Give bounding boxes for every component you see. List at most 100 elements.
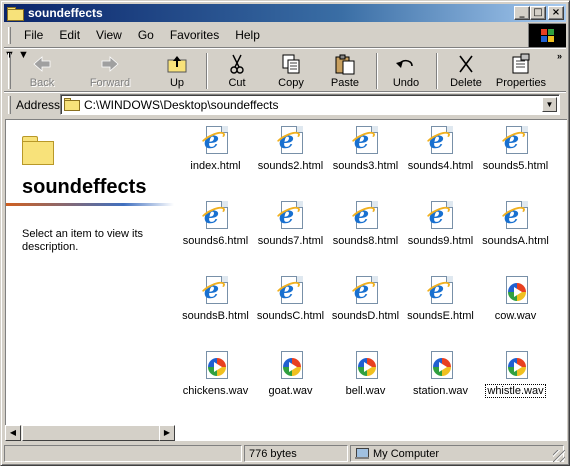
address-dropdown-button[interactable]: ▼ (542, 97, 557, 112)
address-grip[interactable] (8, 96, 11, 114)
html-file-item[interactable]: e sounds5.html (478, 124, 553, 172)
cut-button[interactable]: Cut (214, 51, 260, 91)
up-folder-icon (167, 56, 187, 73)
up-button[interactable]: Up (154, 51, 200, 91)
html-file-item[interactable]: e soundsE.html (403, 274, 478, 322)
wav-file-item[interactable]: goat.wav (253, 349, 328, 397)
minimize-button[interactable]: _ (514, 6, 530, 20)
ie-html-document-icon: e (198, 274, 232, 306)
paste-label: Paste (330, 77, 360, 89)
menu-file[interactable]: File (16, 28, 51, 42)
ie-html-document-icon: e (498, 124, 532, 156)
maximize-button[interactable]: □ (530, 6, 546, 20)
forward-button[interactable]: Forward (82, 51, 138, 91)
wav-file-item[interactable]: station.wav (403, 349, 478, 397)
html-file-item[interactable]: e soundsD.html (328, 274, 403, 322)
html-file-item[interactable]: e soundsA.html (478, 199, 553, 247)
ie-html-document-icon: e (273, 274, 307, 306)
horizontal-scrollbar[interactable]: ◀ ▶ (5, 425, 175, 441)
ie-html-document-icon: e (423, 274, 457, 306)
file-name-label: station.wav (412, 385, 469, 397)
up-label: Up (169, 77, 185, 89)
file-name-label: sounds4.html (407, 160, 474, 172)
file-name-label: sounds6.html (182, 235, 249, 247)
menu-favorites[interactable]: Favorites (162, 28, 227, 42)
ie-html-document-icon: e (498, 199, 532, 231)
delete-label: Delete (450, 77, 482, 89)
forward-arrow-icon (101, 56, 119, 72)
html-file-item[interactable]: e sounds2.html (253, 124, 328, 172)
menu-edit[interactable]: Edit (51, 28, 88, 42)
html-file-item[interactable]: e soundsC.html (253, 274, 328, 322)
html-file-item[interactable]: e sounds4.html (403, 124, 478, 172)
paste-icon (335, 54, 355, 75)
delete-x-icon (459, 55, 473, 73)
file-name-label: goat.wav (268, 385, 313, 397)
paste-button[interactable]: Paste (320, 51, 370, 91)
file-name-label: chickens.wav (182, 385, 249, 397)
html-file-item[interactable]: e index.html (178, 124, 253, 172)
title-bar[interactable]: soundeffects _ □ × (4, 4, 566, 22)
toolbar-overflow-chevron[interactable]: » (557, 51, 562, 61)
html-file-item[interactable]: e sounds3.html (328, 124, 403, 172)
file-name-label: soundsA.html (482, 235, 549, 247)
back-label: Back (29, 77, 55, 89)
folder-title: soundeffects (22, 176, 147, 198)
ie-html-document-icon: e (273, 124, 307, 156)
media-player-sound-icon (500, 274, 532, 306)
file-name-label: bell.wav (345, 385, 386, 397)
menu-grip[interactable] (8, 27, 11, 44)
wav-file-item[interactable]: cow.wav (478, 274, 553, 322)
ie-html-document-icon: e (198, 199, 232, 231)
zone-label: My Computer (373, 448, 440, 460)
status-zone: My Computer (350, 445, 564, 462)
wav-file-item[interactable]: bell.wav (328, 349, 403, 397)
folder-icon (64, 98, 80, 111)
html-file-item[interactable]: e sounds6.html (178, 199, 253, 247)
scroll-left-button[interactable]: ◀ (5, 425, 21, 441)
scroll-thumb[interactable] (22, 425, 162, 441)
scroll-right-button[interactable]: ▶ (159, 425, 175, 441)
media-player-sound-icon (275, 349, 307, 381)
undo-label: Undo (392, 77, 420, 89)
close-button[interactable]: × (548, 6, 564, 20)
properties-button[interactable]: Properties (492, 51, 550, 91)
html-file-item[interactable]: e soundsB.html (178, 274, 253, 322)
file-name-label: soundsE.html (407, 310, 474, 322)
my-computer-icon (355, 448, 369, 459)
ie-html-document-icon: e (348, 199, 382, 231)
large-folder-icon (20, 136, 54, 166)
title-underline (6, 203, 174, 206)
ie-html-document-icon: e (198, 124, 232, 156)
menu-go[interactable]: Go (130, 28, 162, 42)
web-view-pane: soundeffects Select an item to view its … (6, 120, 176, 440)
resize-grip[interactable] (553, 450, 565, 462)
address-input[interactable]: C:\WINDOWS\Desktop\soundeffects ▼ (60, 94, 560, 115)
title-buttons: _ □ × (514, 6, 564, 20)
copy-icon (282, 54, 300, 74)
file-grid: e index.html e sounds2.html e sounds3.html e so… (176, 120, 566, 420)
menu-view[interactable]: View (88, 28, 130, 42)
toolbar-separator (436, 53, 438, 89)
undo-button[interactable]: Undo (382, 51, 430, 91)
file-name-label: soundsC.html (256, 310, 325, 322)
delete-button[interactable]: Delete (442, 51, 490, 91)
properties-icon (512, 53, 530, 74)
address-value: C:\WINDOWS\Desktop\soundeffects (84, 98, 279, 112)
menu-help[interactable]: Help (227, 28, 268, 42)
file-name-label: sounds5.html (482, 160, 549, 172)
html-file-item[interactable]: e sounds8.html (328, 199, 403, 247)
file-name-label: sounds2.html (257, 160, 324, 172)
standard-toolbar: Back ▼ Forward ▼ Up Cut Copy Paste Undo … (4, 49, 566, 91)
file-name-label: soundsB.html (182, 310, 249, 322)
ie-html-document-icon: e (273, 199, 307, 231)
back-button[interactable]: Back (18, 51, 66, 91)
wav-file-item[interactable]: chickens.wav (178, 349, 253, 397)
copy-button[interactable]: Copy (267, 51, 315, 91)
html-file-item[interactable]: e sounds7.html (253, 199, 328, 247)
html-file-item[interactable]: e sounds9.html (403, 199, 478, 247)
toolbar-grip[interactable] (8, 53, 11, 89)
media-player-sound-icon (200, 349, 232, 381)
wav-file-item[interactable]: whistle.wav (478, 349, 553, 398)
toolbar-separator (376, 53, 378, 89)
